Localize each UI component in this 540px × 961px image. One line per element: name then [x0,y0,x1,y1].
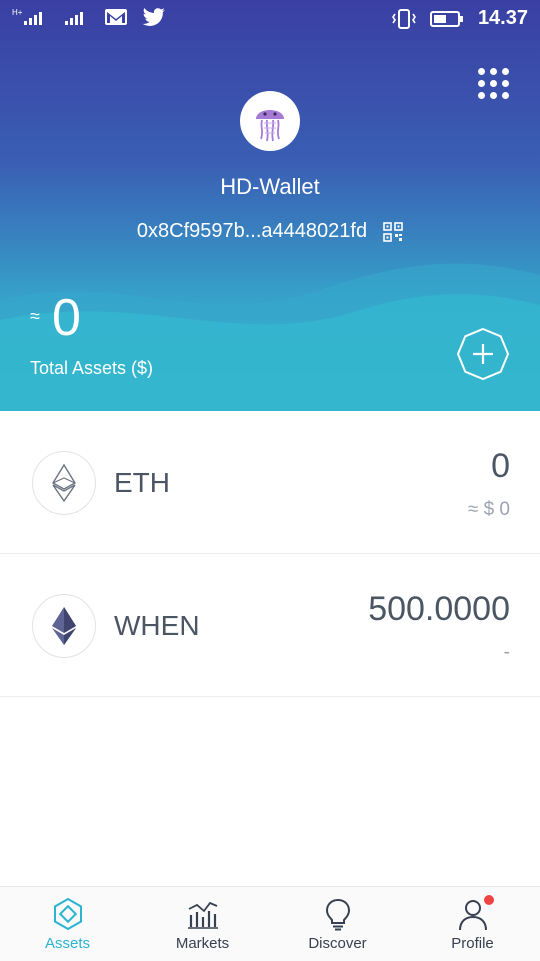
asset-fiat-value: - [503,642,510,663]
asset-amount: 0 [491,447,510,485]
svg-text:H+: H+ [12,8,23,17]
tab-label: Assets [44,935,90,952]
clock-time: 14.37 [477,7,528,29]
header-wave-decoration [0,263,540,411]
ethereum-icon [32,451,96,515]
asset-row-eth[interactable]: ETH 0 ≈ $ 0 [0,411,540,554]
tab-profile[interactable]: Profile [405,887,540,961]
jellyfish-icon [256,110,284,142]
add-asset-button[interactable] [456,327,510,381]
tab-label: Discover [308,935,367,952]
signal-icon [65,12,83,25]
status-bar: H+ 14.37 [0,0,540,38]
vibrate-icon [391,8,416,29]
ethereum-token-icon [32,594,96,658]
tab-label: Profile [451,935,494,952]
tab-assets[interactable]: Assets [0,887,135,961]
wallet-avatar[interactable] [240,91,300,151]
wallet-name[interactable]: HD-Wallet [0,174,540,200]
markets-icon [187,901,218,929]
wallet-address-row: 0x8Cf9597b...a4448021fd [0,220,540,243]
total-assets-label: Total Assets ($) [30,358,154,378]
gmail-icon [105,9,127,25]
discover-icon [325,898,350,931]
wallet-header: H+ 14.37 HD-Wallet 0x8Cf9597b...a4448021… [0,0,540,411]
asset-symbol: WHEN [114,610,200,641]
notification-badge [484,895,494,905]
total-assets-value: 0 [52,289,81,347]
battery-icon [429,10,463,27]
tab-markets[interactable]: Markets [135,887,270,961]
qr-code-icon[interactable] [383,221,403,242]
menu-grid-icon[interactable] [478,68,510,100]
asset-row-when[interactable]: WHEN 500.0000 - [0,554,540,697]
twitter-icon [142,8,165,26]
approx-symbol: ≈ [30,306,40,326]
tab-discover[interactable]: Discover [270,887,405,961]
signal-h-icon: H+ [12,8,42,25]
tab-label: Markets [175,935,230,952]
asset-fiat-value: ≈ $ 0 [467,499,510,520]
asset-symbol: ETH [114,467,170,498]
asset-amount: 500.0000 [368,590,510,628]
bottom-tab-bar: Assets Markets Discover Profile [0,886,540,961]
wallet-address[interactable]: 0x8Cf9597b...a4448021fd [137,220,367,243]
assets-icon [53,897,82,931]
